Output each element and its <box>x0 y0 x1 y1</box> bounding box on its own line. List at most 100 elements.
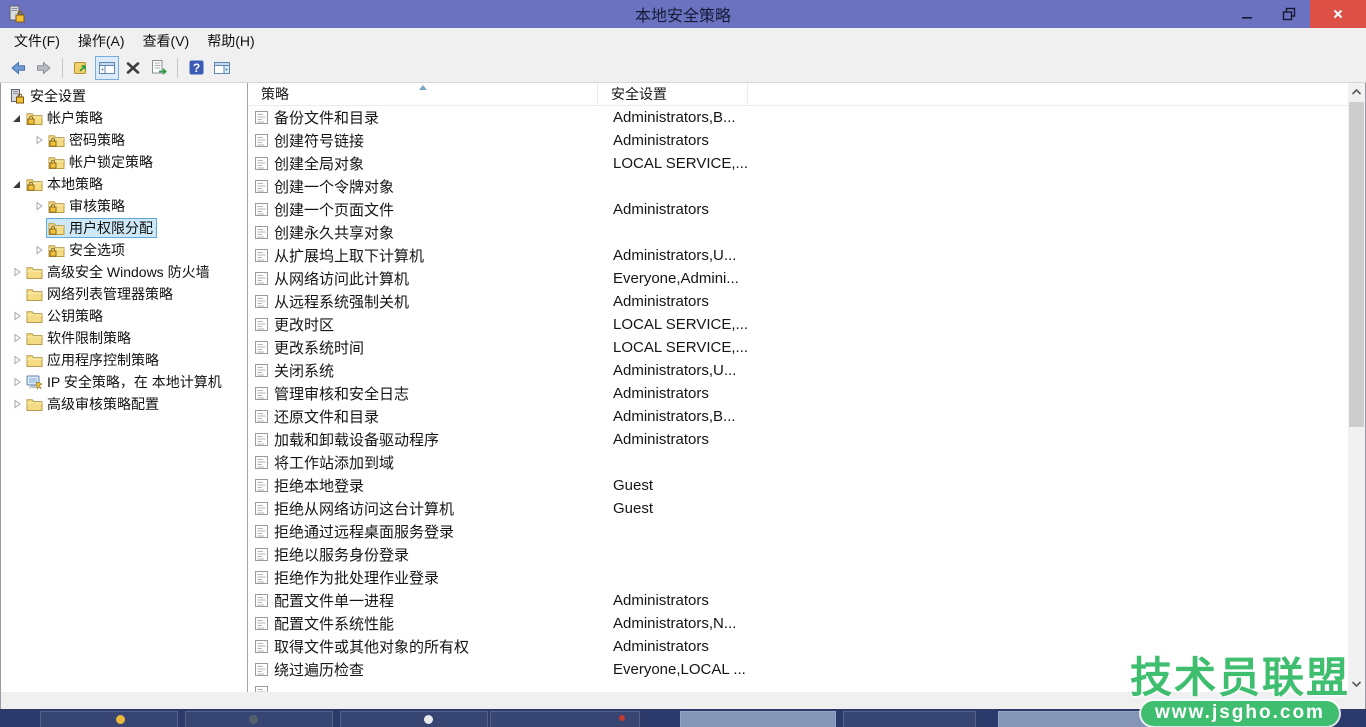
menu-action[interactable]: 操作(A) <box>69 28 134 54</box>
expander-collapsed-icon[interactable] <box>31 200 46 212</box>
expander-collapsed-icon[interactable] <box>31 244 46 256</box>
close-icon <box>1330 6 1346 22</box>
policy-row[interactable]: 拒绝以服务身份登录 <box>248 543 1348 566</box>
policy-row[interactable]: 备份文件和目录Administrators,B... <box>248 106 1348 129</box>
policy-row[interactable]: 还原文件和目录Administrators,B... <box>248 405 1348 428</box>
policy-row[interactable]: 创建符号链接Administrators <box>248 129 1348 152</box>
expander-collapsed-icon[interactable] <box>9 376 24 388</box>
expander-expanded-icon[interactable] <box>9 112 24 124</box>
policy-row[interactable]: 配置文件系统性能Administrators,N... <box>248 612 1348 635</box>
policy-row[interactable]: 拒绝作为批处理作业登录 <box>248 566 1348 589</box>
policy-name: 创建永久共享对象 <box>274 222 605 243</box>
policy-doc-icon <box>254 547 269 562</box>
security-setting-value: LOCAL SERVICE,... <box>605 339 748 356</box>
expander-collapsed-icon[interactable] <box>9 266 24 278</box>
tree-node: 帐户策略 <box>24 108 107 128</box>
menu-help[interactable]: 帮助(H) <box>198 28 263 54</box>
expander-expanded-icon[interactable] <box>9 178 24 190</box>
policy-row[interactable]: 拒绝通过远程桌面服务登录 <box>248 520 1348 543</box>
policy-row[interactable]: 关闭系统Administrators,U... <box>248 359 1348 382</box>
tree-item[interactable]: 用户权限分配 <box>1 217 247 239</box>
taskbar-button[interactable] <box>40 711 178 727</box>
policy-doc-icon <box>254 478 269 493</box>
taskbar-button[interactable] <box>340 711 488 727</box>
expander-collapsed-icon[interactable] <box>9 332 24 344</box>
tree-item[interactable]: 高级安全 Windows 防火墙 <box>1 261 247 283</box>
close-button[interactable] <box>1310 0 1366 28</box>
console-tree-button[interactable] <box>95 56 119 80</box>
taskbar-button[interactable] <box>185 711 333 727</box>
expander-collapsed-icon[interactable] <box>9 354 24 366</box>
policy-name: 拒绝通过远程桌面服务登录 <box>274 521 605 542</box>
vertical-scrollbar[interactable] <box>1348 83 1365 692</box>
policy-row[interactable]: 拒绝从网络访问这台计算机Guest <box>248 497 1348 520</box>
policy-name: 将工作站添加到域 <box>274 452 605 473</box>
expander-collapsed-icon[interactable] <box>9 398 24 410</box>
tree-item[interactable]: IP 安全策略，在 本地计算机 <box>1 371 247 393</box>
action-pane-button[interactable] <box>210 56 234 80</box>
policy-row[interactable]: 创建一个页面文件Administrators <box>248 198 1348 221</box>
policy-row[interactable]: 从扩展坞上取下计算机Administrators,U... <box>248 244 1348 267</box>
scroll-up-button[interactable] <box>1348 83 1365 100</box>
tree-item[interactable]: 帐户锁定策略 <box>1 151 247 173</box>
tree-item-label: 本地策略 <box>47 174 103 194</box>
minimize-button[interactable] <box>1226 0 1268 28</box>
folder-import-button[interactable] <box>69 56 93 80</box>
menu-bar: 文件(F) 操作(A) 查看(V) 帮助(H) <box>0 28 1366 53</box>
policy-name: 创建全局对象 <box>274 153 605 174</box>
watermark-url: www.jsgho.com <box>1141 701 1339 726</box>
policy-row[interactable]: 将工作站添加到域 <box>248 451 1348 474</box>
policy-row[interactable]: 加载和卸载设备驱动程序Administrators <box>248 428 1348 451</box>
tree-item[interactable]: 本地策略 <box>1 173 247 195</box>
column-header-security-setting[interactable]: 安全设置 <box>598 83 748 105</box>
tree-item-label: 安全设置 <box>30 86 86 106</box>
expander-collapsed-icon[interactable] <box>9 310 24 322</box>
column-header-policy[interactable]: 策略 <box>248 83 598 105</box>
policy-row[interactable]: 管理审核和安全日志Administrators <box>248 382 1348 405</box>
tree-node: 高级审核策略配置 <box>24 394 163 414</box>
policy-row[interactable]: 拒绝本地登录Guest <box>248 474 1348 497</box>
taskbar-button[interactable] <box>680 711 836 727</box>
taskbar-button[interactable] <box>490 711 640 727</box>
policy-name: 备份文件和目录 <box>274 107 605 128</box>
forward-button[interactable] <box>32 56 56 80</box>
back-button[interactable] <box>6 56 30 80</box>
policy-row[interactable]: 从远程系统强制关机Administrators <box>248 290 1348 313</box>
policy-doc-icon <box>254 156 269 171</box>
tree-item[interactable]: 安全设置 <box>1 85 247 107</box>
folder-lock-icon <box>26 111 43 126</box>
tree-item-label: 帐户锁定策略 <box>69 152 153 172</box>
menu-file[interactable]: 文件(F) <box>5 28 69 54</box>
tree-item[interactable]: 审核策略 <box>1 195 247 217</box>
security-setting-value: LOCAL SERVICE,... <box>605 155 748 172</box>
policy-row[interactable]: 配置文件单一进程Administrators <box>248 589 1348 612</box>
policy-row[interactable]: 更改时区LOCAL SERVICE,... <box>248 313 1348 336</box>
security-setting-value: Administrators,N... <box>605 615 736 632</box>
tree-item-label: 高级审核策略配置 <box>47 394 159 414</box>
policy-row[interactable]: 创建永久共享对象 <box>248 221 1348 244</box>
taskbar-button[interactable] <box>843 711 976 727</box>
menu-view[interactable]: 查看(V) <box>134 28 199 54</box>
tree-item[interactable]: 应用程序控制策略 <box>1 349 247 371</box>
expander-collapsed-icon[interactable] <box>31 134 46 146</box>
delete-button[interactable] <box>121 56 145 80</box>
scrollbar-thumb[interactable] <box>1349 102 1364 427</box>
folder-plain-icon <box>26 265 43 280</box>
policy-row[interactable]: 从网络访问此计算机Everyone,Admini... <box>248 267 1348 290</box>
restore-button[interactable] <box>1268 0 1310 28</box>
tree-item[interactable]: 帐户策略 <box>1 107 247 129</box>
tree-item[interactable]: 密码策略 <box>1 129 247 151</box>
help-button[interactable]: ? <box>184 56 208 80</box>
tree-item[interactable]: 网络列表管理器策略 <box>1 283 247 305</box>
security-setting-value: Everyone,Admini... <box>605 270 739 287</box>
policy-row[interactable]: 创建全局对象LOCAL SERVICE,... <box>248 152 1348 175</box>
policy-doc-icon <box>254 225 269 240</box>
tree-item[interactable]: 安全选项 <box>1 239 247 261</box>
tree-item[interactable]: 软件限制策略 <box>1 327 247 349</box>
scroll-down-button[interactable] <box>1348 675 1365 692</box>
tree-item[interactable]: 公钥策略 <box>1 305 247 327</box>
tree-item[interactable]: 高级审核策略配置 <box>1 393 247 415</box>
export-list-button[interactable] <box>147 56 171 80</box>
policy-row[interactable]: 更改系统时间LOCAL SERVICE,... <box>248 336 1348 359</box>
policy-row[interactable]: 创建一个令牌对象 <box>248 175 1348 198</box>
